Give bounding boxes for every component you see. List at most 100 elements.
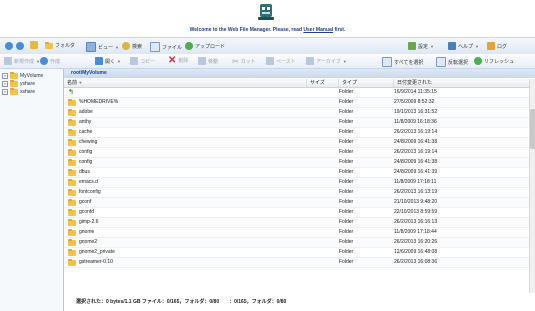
upload-button[interactable]: アップロード xyxy=(185,42,225,50)
delete-button[interactable]: ✕ 削除 xyxy=(168,55,188,66)
file-name: emacs.d xyxy=(79,179,98,185)
date-modified-cell: 11/8/2009 17:18:44 xyxy=(394,229,437,235)
folder-icon xyxy=(68,138,76,146)
help-button[interactable]: ヘルプ ▼ xyxy=(448,42,479,50)
forward-arrow-icon xyxy=(16,42,24,50)
table-row[interactable]: cache Folder 26/2/2013 16:19:14 xyxy=(64,128,529,138)
tree-item-xshare[interactable]: + xshare xyxy=(2,88,35,95)
create-button[interactable]: 作成 xyxy=(40,57,60,65)
folder-icon xyxy=(10,80,18,87)
archive-icon xyxy=(306,57,314,65)
file-type-cell: Folder xyxy=(339,159,354,165)
date-modified-cell: 24/8/2009 16:41:38 xyxy=(394,159,438,165)
table-row[interactable]: gstreamer-0.10 Folder 26/2/2013 16:08:36 xyxy=(64,258,529,268)
table-row[interactable]: anthy Folder 11/8/2009 16:18:36 xyxy=(64,118,529,128)
expand-icon[interactable]: + xyxy=(2,81,8,87)
table-row[interactable]: chewing Folder 24/8/2009 16:41:38 xyxy=(64,138,529,148)
view-menu-button[interactable]: ビュー ▼ xyxy=(86,42,119,52)
user-manual-link[interactable]: User Manual xyxy=(303,27,333,33)
column-name[interactable]: 名前 ▼ xyxy=(64,79,307,87)
file-name-cell: dbus xyxy=(68,168,258,177)
column-type[interactable]: タイプ xyxy=(339,79,394,87)
file-name-cell: gconfd xyxy=(68,208,258,217)
date-modified-cell: 11/8/2009 16:18:36 xyxy=(394,119,437,125)
file-name-cell: fontconfig xyxy=(68,188,258,197)
table-row[interactable]: emacs.d Folder 11/8/2009 17:18:11 xyxy=(64,178,529,188)
table-row[interactable]: %HOMEDRIVE% Folder 27/5/2009 8:52:32 xyxy=(64,98,529,108)
paste-button[interactable]: ペースト xyxy=(266,57,296,65)
expand-icon[interactable]: + xyxy=(2,73,8,79)
file-type-cell: Folder xyxy=(339,139,354,145)
select-all-button[interactable]: すべてを選択 xyxy=(382,57,423,67)
table-row[interactable]: config Folder 26/2/2013 16:19:14 xyxy=(64,148,529,158)
cut-button[interactable]: ✂ カット xyxy=(232,57,256,66)
invert-select-button[interactable]: 反転選択 xyxy=(436,57,468,67)
date-modified-cell: 12/6/2009 16:48:08 xyxy=(394,249,438,255)
forward-button[interactable] xyxy=(16,42,24,50)
expand-icon[interactable]: + xyxy=(2,89,8,95)
folder-icon xyxy=(68,208,76,216)
copy-button[interactable]: コピー xyxy=(130,57,155,65)
date-modified-cell: 19/1/2013 16:31:52 xyxy=(394,109,438,115)
table-row[interactable]: gnome2 Folder 26/2/2013 16:20:26 xyxy=(64,238,529,248)
search-button[interactable]: 検索 xyxy=(122,42,142,50)
folder-button[interactable]: フォルダ xyxy=(45,41,75,49)
up-button[interactable] xyxy=(30,41,38,49)
file-menu-button[interactable]: ファイル▼ xyxy=(150,42,188,52)
file-type-cell: Folder xyxy=(339,99,354,105)
settings-button[interactable]: 設定 ▼ xyxy=(408,42,434,50)
move-button[interactable]: 移動 xyxy=(198,57,218,65)
table-row[interactable]: ↰ Folder 16/9/2014 11:35:15 xyxy=(64,88,529,98)
file-name-cell: emacs.d xyxy=(68,178,258,187)
folder-icon xyxy=(68,128,76,136)
file-name: anthy xyxy=(79,119,92,125)
file-type-cell: Folder xyxy=(339,219,354,225)
up-arrow-icon xyxy=(30,41,38,49)
back-button[interactable] xyxy=(5,42,13,50)
scrollbar-thumb[interactable] xyxy=(530,109,535,149)
table-row[interactable]: gimp-2.6 Folder 26/2/2013 16:16:13 xyxy=(64,218,529,228)
file-name-cell: ↰ xyxy=(68,88,258,97)
help-icon xyxy=(448,42,456,50)
tree-item-myvolume[interactable]: + MyVolume xyxy=(2,72,43,79)
file-name-cell: gnome2 xyxy=(68,238,258,247)
new-button[interactable]: 新規作成 ▼ xyxy=(4,57,40,65)
date-modified-cell: 26/2/2013 16:19:14 xyxy=(394,129,438,135)
date-modified-cell: 24/8/2009 16:41:39 xyxy=(394,169,438,175)
table-row[interactable]: gconfd Folder 22/10/2013 8:59:59 xyxy=(64,208,529,218)
invert-select-icon xyxy=(436,57,446,67)
file-name-cell: gnome xyxy=(68,228,258,237)
column-date[interactable]: 日付変更された xyxy=(394,79,529,87)
parent-folder-icon[interactable]: ↰ xyxy=(68,88,74,97)
table-row[interactable]: gconf Folder 21/10/2013 9:48:20 xyxy=(64,198,529,208)
archive-button[interactable]: アーカイブ ▼ xyxy=(306,57,347,65)
file-name-cell: config xyxy=(68,148,258,157)
logout-button[interactable]: ログ xyxy=(487,42,507,50)
table-row[interactable]: gnome2_private Folder 12/6/2009 16:48:08 xyxy=(64,248,529,258)
refresh-button[interactable]: リフレッシュ xyxy=(474,57,514,65)
table-row[interactable]: gnome Folder 11/8/2009 17:18:44 xyxy=(64,228,529,238)
file-type-cell: Folder xyxy=(339,119,354,125)
table-row[interactable]: config Folder 24/8/2009 16:41:38 xyxy=(64,158,529,168)
file-type-cell: Folder xyxy=(339,199,354,205)
date-modified-cell: 26/2/2013 16:13:19 xyxy=(394,189,438,195)
tree-item-yshare[interactable]: + yshare xyxy=(2,80,35,87)
column-size[interactable]: サイズ xyxy=(307,79,339,87)
table-row[interactable]: adobe Folder 19/1/2013 16:31:52 xyxy=(64,108,529,118)
folder-icon xyxy=(68,218,76,226)
settings-icon xyxy=(408,42,416,50)
file-name: cache xyxy=(79,129,93,135)
folder-icon xyxy=(68,178,76,186)
file-name: gstreamer-0.10 xyxy=(79,259,113,265)
table-row[interactable]: dbus Folder 24/8/2009 16:41:39 xyxy=(64,168,529,178)
main-toolbar: フォルダ ビュー▼ 検索 ファイル▼ アップロード 設定▼ ヘルプ▼ ログ xyxy=(0,37,535,55)
file-name-cell: anthy xyxy=(68,118,258,127)
delete-icon: ✕ xyxy=(168,55,177,66)
open-button[interactable]: 開く ▼ xyxy=(95,57,121,65)
file-name-cell: gstreamer-0.10 xyxy=(68,258,258,267)
date-modified-cell: 22/10/2013 8:59:59 xyxy=(394,209,438,215)
vertical-scrollbar[interactable] xyxy=(529,79,535,293)
table-row[interactable]: fontconfig Folder 26/2/2013 16:13:19 xyxy=(64,188,529,198)
file-type-cell: Folder xyxy=(339,249,354,255)
folder-tree: + MyVolume + yshare + xshare xyxy=(0,69,64,311)
